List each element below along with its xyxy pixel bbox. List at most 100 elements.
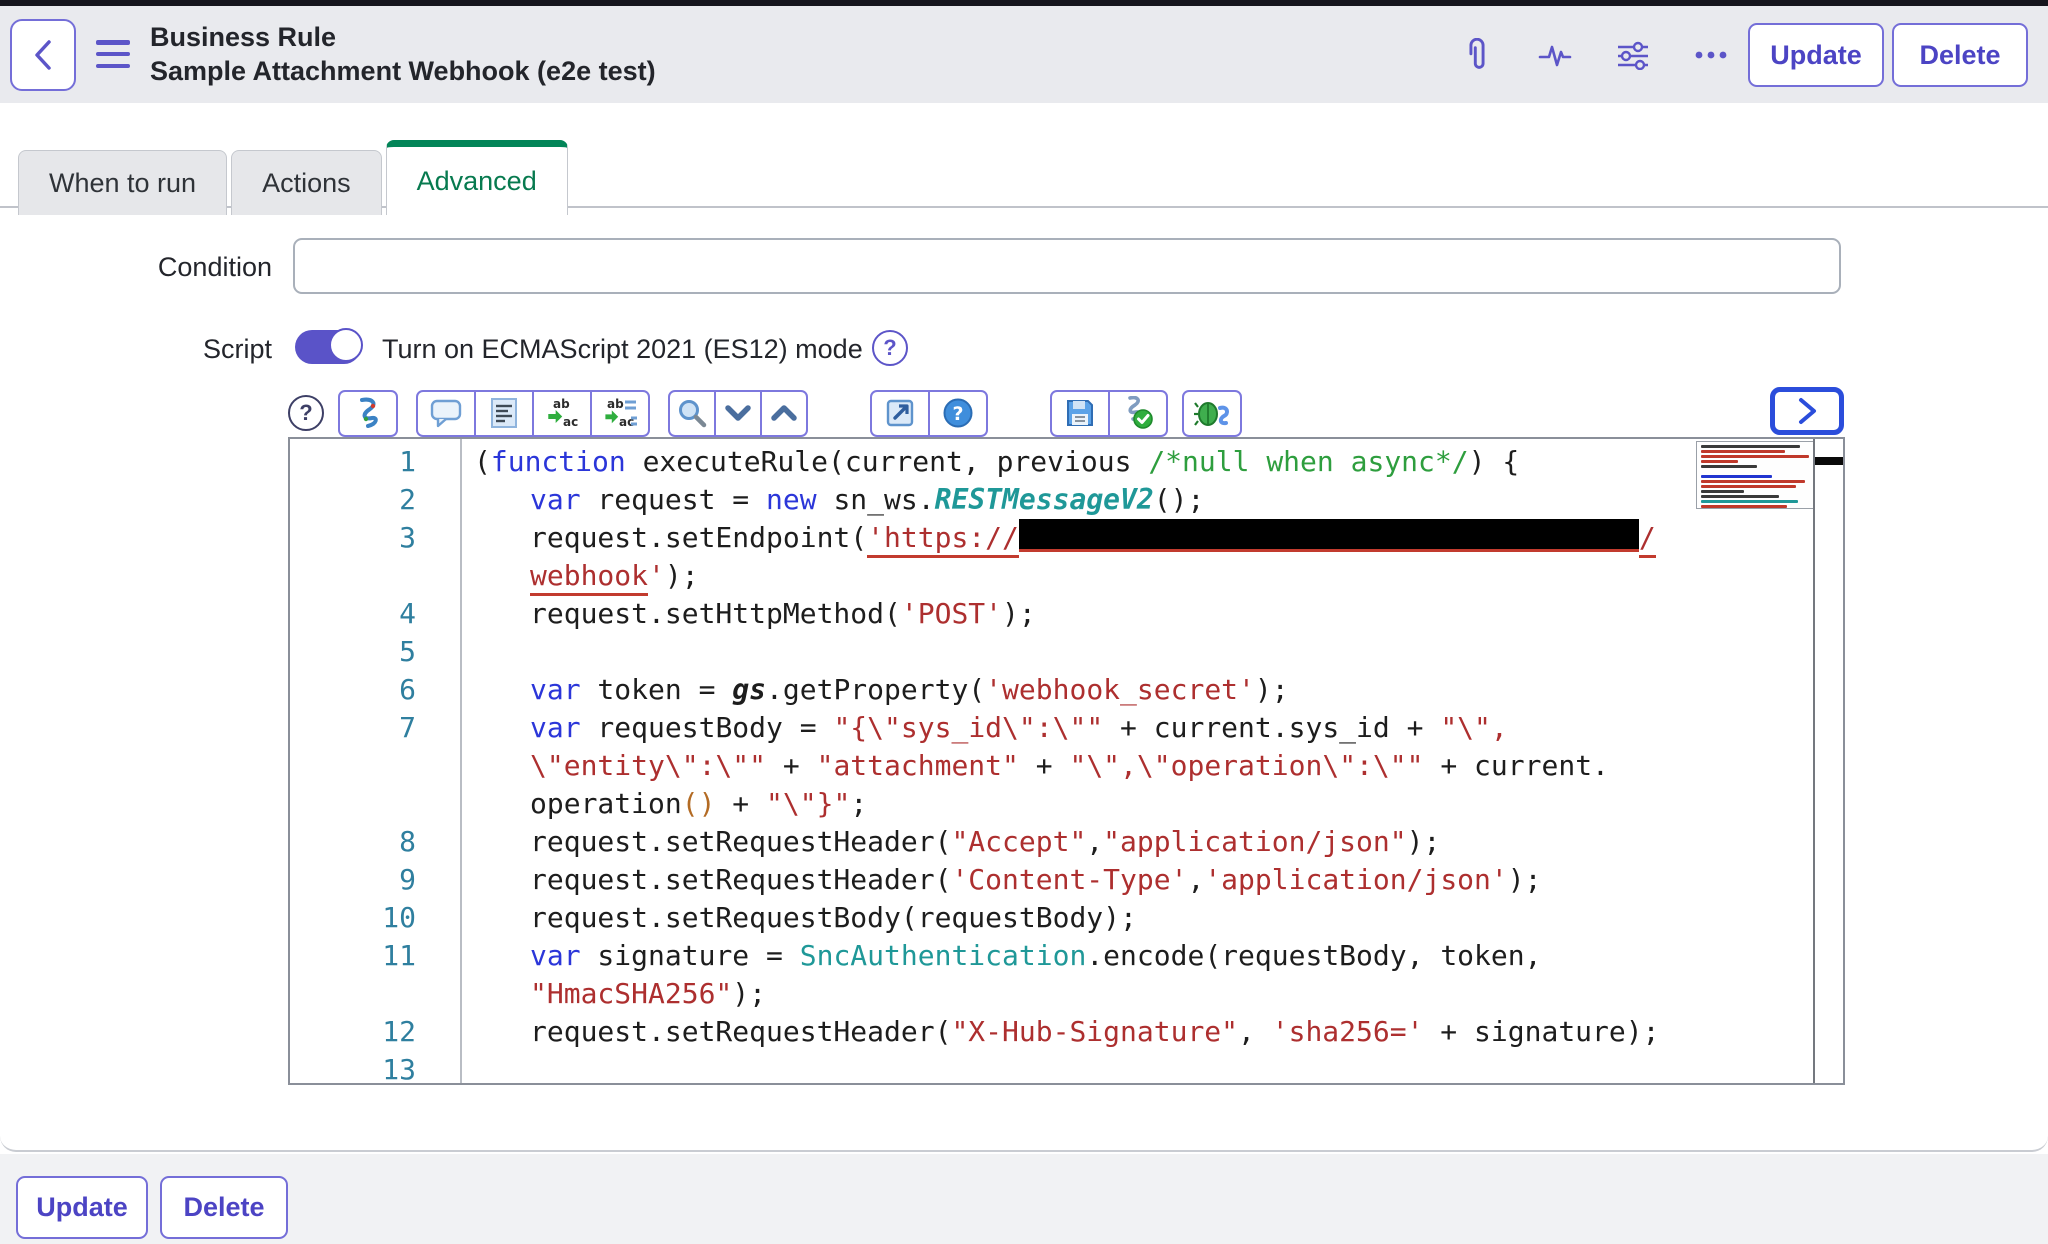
line-number xyxy=(290,557,460,595)
line-number: 12 xyxy=(290,1013,460,1051)
line-number: 6 xyxy=(290,671,460,709)
code-row: 8request.setRequestHeader("Accept","appl… xyxy=(290,823,1813,861)
delete-button[interactable]: Delete xyxy=(1892,23,2028,87)
help-filled-icon: ? xyxy=(942,397,974,429)
search-icon xyxy=(677,398,707,428)
header-icon-bar xyxy=(1460,6,1728,103)
help-icon[interactable]: ? xyxy=(288,395,324,431)
save-button[interactable] xyxy=(1050,390,1110,437)
code-row: \"entity\":\"" + "attachment" + "\",\"op… xyxy=(290,747,1813,785)
code-row: operation() + "\"}"; xyxy=(290,785,1813,823)
form-card-bottom xyxy=(0,1118,2048,1152)
bug-icon xyxy=(1194,396,1230,430)
replace-button[interactable]: ab ac xyxy=(532,390,592,437)
tab-label: When to run xyxy=(49,168,196,199)
condition-label: Condition xyxy=(10,252,272,283)
replace-all-button[interactable]: ab ac xyxy=(590,390,650,437)
hamburger-menu-icon[interactable] xyxy=(96,40,130,68)
tab-actions[interactable]: Actions xyxy=(231,150,382,215)
line-number: 9 xyxy=(290,861,460,899)
script-editor[interactable]: 1(function executeRule(current, previous… xyxy=(288,437,1845,1085)
format-code-button[interactable] xyxy=(474,390,534,437)
script-ribbon-icon xyxy=(353,396,383,430)
find-next-button[interactable] xyxy=(714,390,762,437)
footer-bar: Update Delete xyxy=(0,1154,2048,1244)
code-row: 2var request = new sn_ws.RESTMessageV2()… xyxy=(290,481,1813,519)
tab-zone: When to run Actions Advanced xyxy=(0,140,2048,208)
line-number: 4 xyxy=(290,595,460,633)
code-row: 1(function executeRule(current, previous… xyxy=(290,443,1813,481)
code-row: 4request.setHttpMethod('POST'); xyxy=(290,595,1813,633)
editor-help-button[interactable]: ? xyxy=(928,390,988,437)
chevron-left-icon xyxy=(30,38,56,72)
code-lines: 1(function executeRule(current, previous… xyxy=(290,443,1813,1085)
expand-editor-button[interactable] xyxy=(1770,387,1844,435)
script-label: Script xyxy=(10,334,272,365)
update-button-bottom[interactable]: Update xyxy=(16,1176,148,1239)
personalize-icon[interactable] xyxy=(1616,38,1650,72)
line-number: 3 xyxy=(290,519,460,557)
chevron-up-icon xyxy=(771,405,797,421)
syntax-check-button[interactable] xyxy=(1108,390,1168,437)
update-button[interactable]: Update xyxy=(1748,23,1884,87)
tab-label: Actions xyxy=(262,168,351,199)
code-row: "HmacSHA256"); xyxy=(290,975,1813,1013)
editor-scrollbar[interactable] xyxy=(1813,439,1843,1083)
activity-stream-icon[interactable] xyxy=(1538,38,1572,72)
code-row: 9request.setRequestHeader('Content-Type'… xyxy=(290,861,1813,899)
line-number: 2 xyxy=(290,481,460,519)
toggle-knob xyxy=(329,328,363,362)
code-row: 11var signature = SncAuthentication.enco… xyxy=(290,937,1813,975)
code-row: 3request.setEndpoint('https:/// xyxy=(290,519,1813,557)
line-number: 10 xyxy=(290,899,460,937)
line-number: 1 xyxy=(290,443,460,481)
popout-icon xyxy=(885,398,915,428)
back-button[interactable] xyxy=(10,19,76,91)
editor-toolbar: ? xyxy=(288,389,1260,437)
line-number xyxy=(290,747,460,785)
code-row: 5 xyxy=(290,633,1813,671)
debug-button[interactable] xyxy=(1182,390,1242,437)
es-mode-toggle[interactable] xyxy=(295,330,361,364)
toggle-comment-button[interactable] xyxy=(416,390,476,437)
code-row: 6var token = gs.getProperty('webhook_sec… xyxy=(290,671,1813,709)
save-floppy-icon xyxy=(1065,398,1095,428)
script-check-icon xyxy=(1121,396,1155,430)
search-button[interactable] xyxy=(668,390,716,437)
record-header: Business Rule Sample Attachment Webhook … xyxy=(0,6,2048,103)
svg-text:?: ? xyxy=(952,403,963,425)
replace-icon: ab ac xyxy=(545,396,579,430)
line-number: 7 xyxy=(290,709,460,747)
code-row: 10request.setRequestBody(requestBody); xyxy=(290,899,1813,937)
scrollbar-thumb[interactable] xyxy=(1815,457,1843,465)
line-number xyxy=(290,785,460,823)
es-mode-label: Turn on ECMAScript 2021 (ES12) mode xyxy=(382,334,863,365)
svg-text:ab: ab xyxy=(607,397,624,411)
syntax-highlight-button[interactable] xyxy=(338,390,398,437)
line-number: 8 xyxy=(290,823,460,861)
line-number: 11 xyxy=(290,937,460,975)
tab-advanced[interactable]: Advanced xyxy=(386,140,568,215)
comment-bubble-icon xyxy=(430,398,462,428)
line-number xyxy=(290,975,460,1013)
business-rule-form: Business Rule Sample Attachment Webhook … xyxy=(0,0,2048,1244)
tab-label: Advanced xyxy=(417,166,537,197)
format-document-icon xyxy=(490,397,518,429)
open-in-window-button[interactable] xyxy=(870,390,930,437)
more-options-icon[interactable] xyxy=(1694,38,1728,72)
chevron-right-icon xyxy=(1794,396,1820,426)
record-type: Business Rule xyxy=(150,20,656,54)
record-title: Business Rule Sample Attachment Webhook … xyxy=(150,20,656,88)
tab-bar: When to run Actions Advanced xyxy=(18,140,572,215)
code-row: webhook'); xyxy=(290,557,1813,595)
condition-input[interactable] xyxy=(293,238,1841,294)
code-row: 13 xyxy=(290,1051,1813,1085)
line-number: 13 xyxy=(290,1051,460,1085)
find-previous-button[interactable] xyxy=(760,390,808,437)
svg-text:ab: ab xyxy=(553,397,570,411)
es-mode-help-icon[interactable]: ? xyxy=(872,330,908,366)
replace-all-icon: ab ac xyxy=(603,396,637,430)
delete-button-bottom[interactable]: Delete xyxy=(160,1176,288,1239)
attachment-icon[interactable] xyxy=(1460,38,1494,72)
tab-when-to-run[interactable]: When to run xyxy=(18,150,227,215)
